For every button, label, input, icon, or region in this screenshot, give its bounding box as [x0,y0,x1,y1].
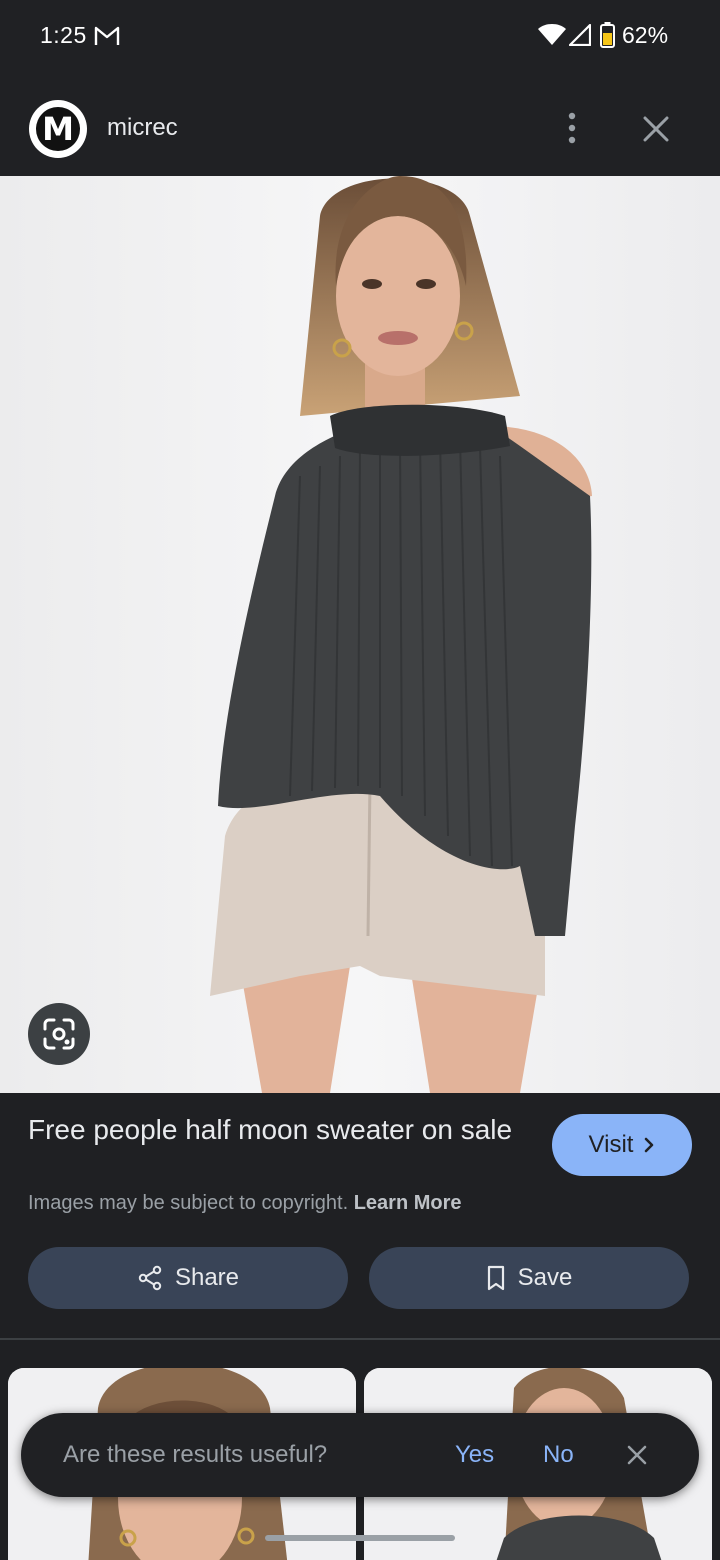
section-divider [0,1338,720,1340]
learn-more-link[interactable]: Learn More [354,1192,462,1214]
battery-percentage: 62% [622,22,669,48]
feedback-no-button[interactable]: No [543,1441,574,1469]
bookmark-icon [487,1265,504,1291]
close-icon[interactable] [625,1443,649,1467]
status-time: 1:25 [40,22,87,48]
home-indicator[interactable] [265,1535,455,1541]
close-icon[interactable] [640,113,672,145]
visit-label: Visit [588,1131,634,1158]
battery-icon [600,22,615,48]
signal-icon [569,24,591,46]
google-lens-button[interactable] [28,1003,90,1065]
lens-icon [43,1018,75,1050]
image-title: Free people half moon sweater on sale [28,1114,513,1145]
chevron-right-icon [645,1137,654,1153]
save-label: Save [517,1264,573,1291]
status-bar: 1:25 62% [0,0,720,80]
main-image[interactable] [0,176,720,1093]
share-icon [138,1265,162,1291]
share-button[interactable]: Share [28,1247,348,1309]
feedback-question: Are these results useful? [63,1441,328,1468]
image-viewer-header: M micrec [0,80,720,176]
more-vert-icon[interactable] [560,110,584,146]
site-avatar[interactable]: M [29,100,87,158]
site-name[interactable]: micrec [107,114,178,142]
feedback-snackbar: Are these results useful? Yes No [21,1413,699,1497]
share-label: Share [174,1264,240,1291]
feedback-yes-button[interactable]: Yes [455,1441,494,1469]
site-logo: M [36,107,80,151]
product-photo [0,176,720,1093]
copyright-text: Images may be subject to copyright. [28,1192,349,1214]
wifi-icon [538,24,566,45]
gmail-icon [94,26,120,45]
save-button[interactable]: Save [369,1247,689,1309]
visit-button[interactable]: Visit [552,1114,692,1176]
copyright-notice: Images may be subject to copyright. Lear… [28,1192,462,1215]
